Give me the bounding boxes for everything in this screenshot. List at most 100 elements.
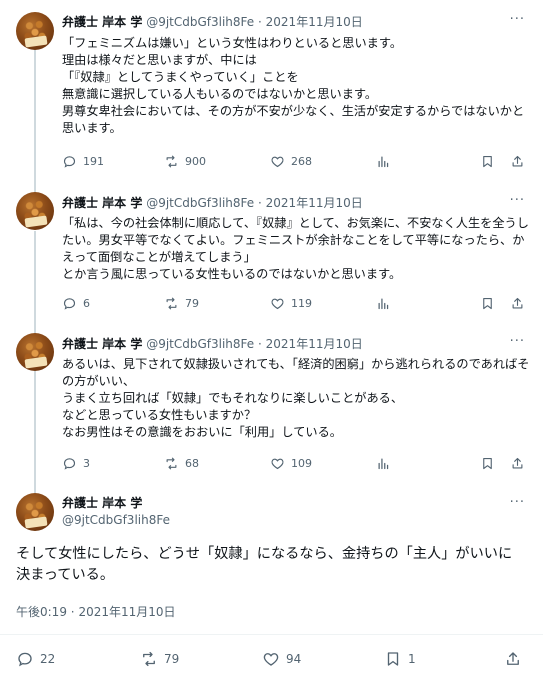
like-count: 109 — [291, 457, 312, 470]
reply-button[interactable]: 3 — [62, 456, 90, 471]
tweet-header: 弁護士 岸本 学 @9jtCdbGf3lih8Fe · 2021年11月10日 — [62, 195, 363, 211]
bookmark-icon — [483, 457, 492, 470]
views-button[interactable] — [376, 456, 391, 471]
more-options-button[interactable]: ··· — [510, 334, 525, 349]
separator-dot: · — [258, 337, 262, 351]
tweet-date: 2021年11月10日 — [78, 605, 176, 619]
like-count: 94 — [286, 652, 302, 666]
more-options-button[interactable]: ··· — [510, 193, 525, 208]
retweet-count: 79 — [185, 297, 199, 310]
tweet-header: 弁護士 岸本 学 @9jtCdbGf3lih8Fe · 2021年11月10日 — [62, 336, 363, 352]
reply-icon — [63, 458, 76, 470]
share-button[interactable] — [510, 296, 525, 311]
reply-button[interactable]: 191 — [62, 154, 104, 169]
retweet-count: 79 — [164, 652, 180, 666]
reply-icon — [63, 298, 76, 310]
retweet-icon — [166, 155, 177, 168]
bookmark-count: 1 — [408, 652, 416, 666]
author-name[interactable]: 弁護士 岸本 学 — [62, 494, 142, 511]
avatar[interactable] — [16, 192, 54, 230]
tweet-text: あるいは、見下されて奴隷扱いされても、「経済的困窮」から逃れられるのであればその… — [62, 357, 530, 439]
share-icon — [512, 297, 523, 309]
retweet-icon — [143, 651, 155, 667]
author-handle[interactable]: @9jtCdbGf3lih8Fe — [146, 196, 254, 210]
tweet-text: 「私は、今の社会体制に順応して、『奴隷』として、お気楽に、不安なく人生を全うした… — [62, 216, 529, 281]
like-button[interactable]: 109 — [270, 456, 312, 471]
thread-line — [34, 231, 36, 335]
like-count: 268 — [291, 155, 312, 168]
thread-line — [34, 371, 36, 493]
reply-icon — [63, 156, 76, 168]
tweet-actions: 3 68 109 — [62, 456, 527, 474]
reply-icon — [18, 652, 32, 667]
views-button[interactable] — [376, 154, 391, 169]
bookmark-button[interactable] — [480, 296, 495, 311]
avatar[interactable] — [16, 333, 54, 371]
bookmark-icon — [387, 652, 399, 666]
tweet-date[interactable]: 2021年11月10日 — [266, 337, 363, 351]
tweet-time: 午後0:19 — [16, 605, 67, 619]
author-handle[interactable]: @9jtCdbGf3lih8Fe — [146, 15, 254, 29]
bookmark-button[interactable] — [480, 456, 495, 471]
like-button[interactable]: 94 — [262, 650, 301, 668]
retweet-button[interactable]: 68 — [164, 456, 199, 471]
like-count: 119 — [291, 297, 312, 310]
retweet-count: 900 — [185, 155, 206, 168]
like-icon — [271, 458, 284, 470]
author-handle[interactable]: @9jtCdbGf3lih8Fe — [146, 337, 254, 351]
tweet-header: 弁護士 岸本 学 @9jtCdbGf3lih8Fe · 2021年11月10日 — [62, 14, 363, 30]
author-handle[interactable]: @9jtCdbGf3lih8Fe — [62, 513, 170, 527]
views-icon — [378, 458, 389, 470]
tweet-text: 「フェミニズムは嫌い」という女性はわりといると思います。 理由は様々だと思います… — [62, 36, 525, 135]
retweet-button[interactable]: 79 — [140, 650, 179, 668]
bookmark-icon — [483, 155, 492, 168]
tweet-date[interactable]: 2021年11月10日 — [266, 196, 363, 210]
retweet-count: 68 — [185, 457, 199, 470]
like-icon — [263, 653, 279, 666]
separator-dot: · — [70, 605, 75, 619]
like-icon — [271, 298, 284, 310]
more-options-button[interactable]: ··· — [510, 12, 525, 27]
retweet-icon — [166, 297, 177, 310]
share-button[interactable] — [504, 650, 522, 668]
tweet-actions: 191 900 268 — [62, 154, 527, 172]
like-icon — [271, 156, 284, 168]
reply-count: 3 — [83, 457, 90, 470]
separator-dot: · — [258, 15, 262, 29]
reply-count: 22 — [40, 652, 56, 666]
views-icon — [378, 156, 389, 168]
tweet-date[interactable]: 2021年11月10日 — [266, 15, 363, 29]
share-icon — [507, 652, 519, 665]
share-icon — [512, 155, 523, 167]
reply-count: 191 — [83, 155, 104, 168]
separator-dot: · — [258, 196, 262, 210]
like-button[interactable]: 119 — [270, 296, 312, 311]
avatar[interactable] — [16, 493, 54, 531]
tweet-1[interactable]: 弁護士 岸本 学 @9jtCdbGf3lih8Fe · 2021年11月10日 … — [0, 0, 543, 192]
share-icon — [512, 457, 523, 469]
divider — [0, 634, 543, 635]
bookmark-button[interactable] — [480, 154, 495, 169]
tweet-actions: 6 79 119 — [62, 296, 527, 314]
bookmark-icon — [483, 297, 492, 310]
tweet-actions: 22 79 94 1 — [16, 650, 526, 670]
views-icon — [378, 298, 389, 310]
like-button[interactable]: 268 — [270, 154, 312, 169]
more-options-button[interactable]: ··· — [510, 495, 525, 510]
reply-count: 6 — [83, 297, 90, 310]
share-button[interactable] — [510, 154, 525, 169]
views-button[interactable] — [376, 296, 391, 311]
tweet-text: そして女性にしたら、どうせ「奴隷」になるなら、金持ちの「主人」がいいに決まってい… — [16, 546, 513, 583]
author-name[interactable]: 弁護士 岸本 学 — [62, 15, 142, 29]
author-name[interactable]: 弁護士 岸本 学 — [62, 196, 142, 210]
reply-button[interactable]: 22 — [16, 650, 55, 668]
author-name[interactable]: 弁護士 岸本 学 — [62, 337, 142, 351]
avatar[interactable] — [16, 12, 54, 50]
share-button[interactable] — [510, 456, 525, 471]
retweet-button[interactable]: 900 — [164, 154, 206, 169]
reply-button[interactable]: 6 — [62, 296, 90, 311]
tweet-timestamp[interactable]: 午後0:19 · 2021年11月10日 — [16, 603, 176, 620]
retweet-icon — [166, 457, 177, 470]
bookmark-button[interactable]: 1 — [384, 650, 416, 668]
retweet-button[interactable]: 79 — [164, 296, 199, 311]
